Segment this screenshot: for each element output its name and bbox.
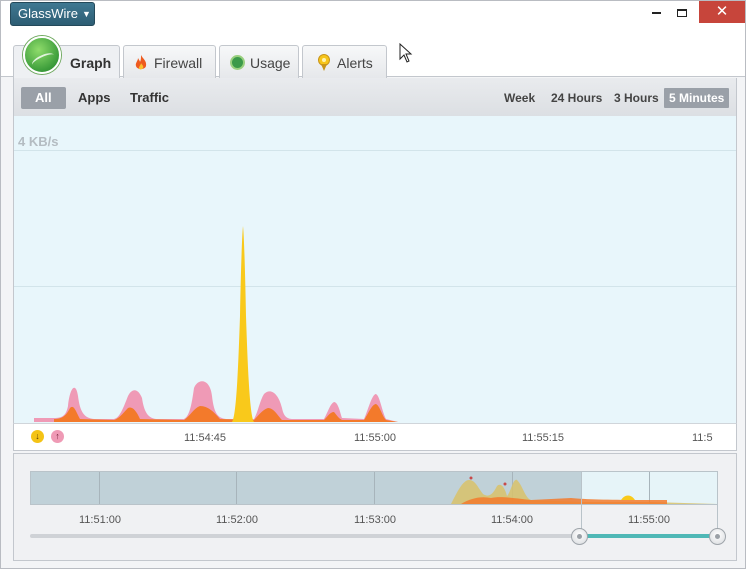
- overview-alert-marker[interactable]: [469, 476, 473, 480]
- flame-icon: [135, 55, 147, 70]
- slider-handle-left[interactable]: [571, 528, 588, 545]
- mouse-cursor-icon: [399, 43, 413, 63]
- tab-firewall-label: Firewall: [154, 55, 203, 71]
- axis-tick: 11:55:15: [522, 432, 565, 444]
- app-menu-button[interactable]: GlassWire ▼: [10, 2, 95, 26]
- close-button[interactable]: ✕: [699, 1, 745, 23]
- filter-traffic[interactable]: Traffic: [130, 87, 169, 109]
- axis-tick: 11:54:45: [184, 432, 227, 444]
- close-icon: ✕: [715, 3, 729, 20]
- upload-legend-icon[interactable]: ↑: [51, 430, 64, 443]
- time-axis: ↓ ↑ 11:54:45 11:55:00 11:55:15 11:5: [13, 423, 737, 451]
- download-legend-icon[interactable]: ↓: [31, 430, 44, 443]
- traffic-graph[interactable]: 4 KB/s: [13, 116, 737, 423]
- axis-tick: 11:55:00: [354, 432, 397, 444]
- filter-bar: All Apps Traffic Week 24 Hours 3 Hours 5…: [13, 78, 737, 116]
- usage-icon: [230, 55, 245, 70]
- tab-graph-label: Graph: [70, 55, 112, 71]
- overview-alert-marker[interactable]: [503, 482, 507, 486]
- main-tabs: Graph Firewall Usage Alerts: [1, 29, 745, 79]
- alert-pin-icon: [318, 54, 330, 71]
- overview-tick: 11:55:00: [628, 514, 671, 526]
- overview-tick: 11:52:00: [216, 514, 259, 526]
- graph-logo-icon: [23, 36, 61, 74]
- range-week[interactable]: Week: [504, 88, 535, 108]
- filter-apps[interactable]: Apps: [78, 87, 111, 109]
- timeline-slider-fill: [580, 534, 718, 538]
- range-24-hours[interactable]: 24 Hours: [551, 88, 602, 108]
- range-3-hours[interactable]: 3 Hours: [614, 88, 659, 108]
- axis-tick: 11:5: [692, 432, 713, 444]
- overview-tick: 11:54:00: [491, 514, 534, 526]
- slider-handle-right[interactable]: [709, 528, 726, 545]
- tab-usage[interactable]: Usage: [219, 45, 299, 78]
- chevron-down-icon: ▼: [81, 9, 91, 19]
- tab-usage-label: Usage: [250, 55, 291, 71]
- timeline-overview: 11:51:00 11:52:00 11:53:00 11:54:00 11:5…: [13, 453, 737, 561]
- download-spike: [232, 226, 254, 422]
- title-bar: GlassWire ▼ ✕: [1, 1, 745, 29]
- tab-firewall[interactable]: Firewall: [123, 45, 216, 78]
- maximize-icon: [677, 8, 687, 17]
- timeline-slider-track[interactable]: [30, 534, 718, 538]
- overview-tick: 11:53:00: [354, 514, 397, 526]
- filter-all[interactable]: All: [21, 87, 66, 109]
- range-5-minutes[interactable]: 5 Minutes: [664, 88, 730, 108]
- overview-tick: 11:51:00: [79, 514, 122, 526]
- maximize-button[interactable]: [667, 1, 697, 23]
- minimize-icon: [651, 11, 661, 14]
- app-menu-label: GlassWire: [18, 6, 78, 21]
- glasswire-window: GlassWire ▼ ✕ Graph Firewall Usage Alert…: [0, 0, 746, 569]
- tab-alerts-label: Alerts: [337, 55, 373, 71]
- traffic-graph-svg: [34, 226, 398, 422]
- tab-alerts[interactable]: Alerts: [302, 45, 387, 78]
